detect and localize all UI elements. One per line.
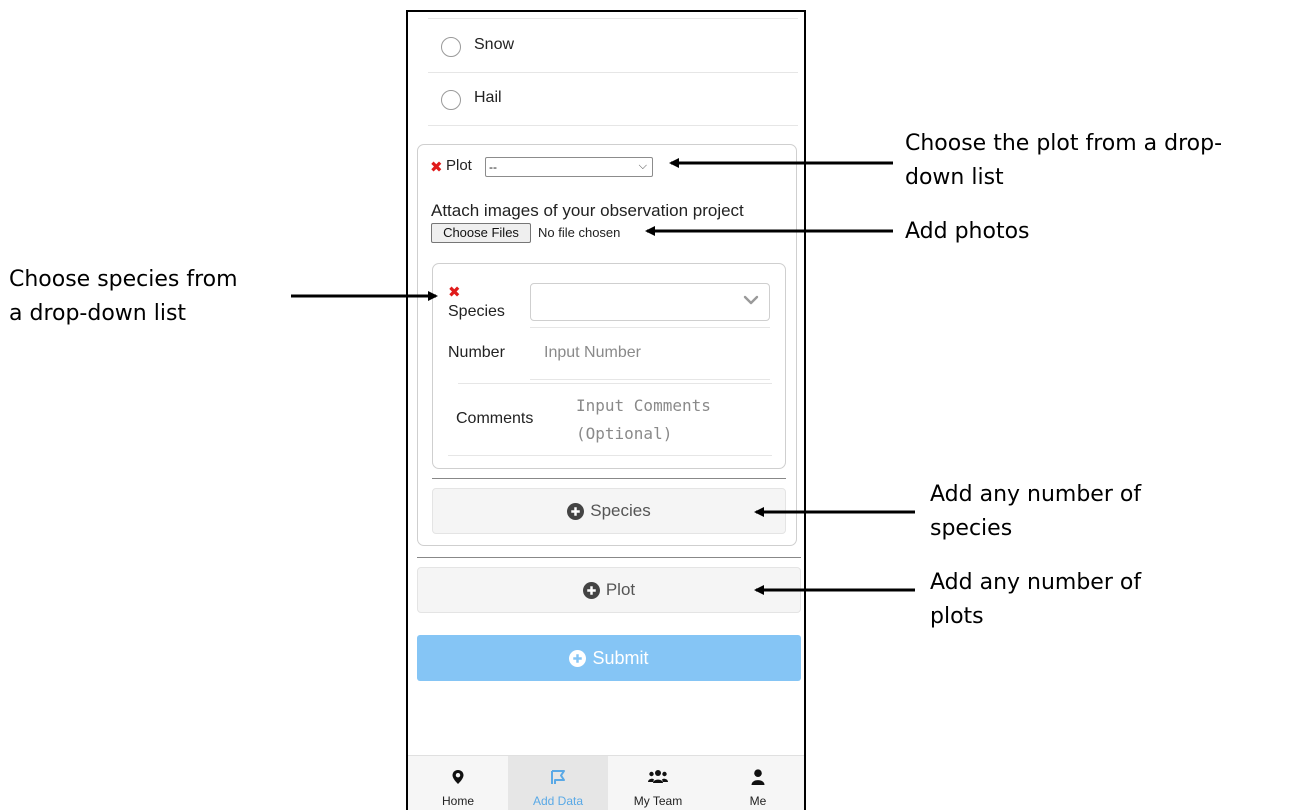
annotation-species-line1: Choose species from [9,267,238,292]
annotation-species: Choose species from a drop-down list [9,263,238,331]
annotation-add-plots-line1: Add any number of [930,570,1142,595]
annotation-arrows [291,158,915,595]
annotation-add-plots: Add any number of plots [930,566,1141,634]
annotation-add-species-line2: species [930,516,1013,541]
annotation-species-line2: a drop-down list [9,301,187,326]
annotation-plot-line2: down list [905,165,1004,190]
annotation-plot: Choose the plot from a drop- down list [905,127,1222,195]
annotation-add-plots-line2: plots [930,604,984,629]
annotation-add-species-line1: Add any number of [930,482,1142,507]
annotation-plot-line1: Choose the plot from a drop- [905,131,1223,156]
annotation-photos: Add photos [905,219,1030,244]
annotation-add-species: Add any number of species [930,478,1141,546]
